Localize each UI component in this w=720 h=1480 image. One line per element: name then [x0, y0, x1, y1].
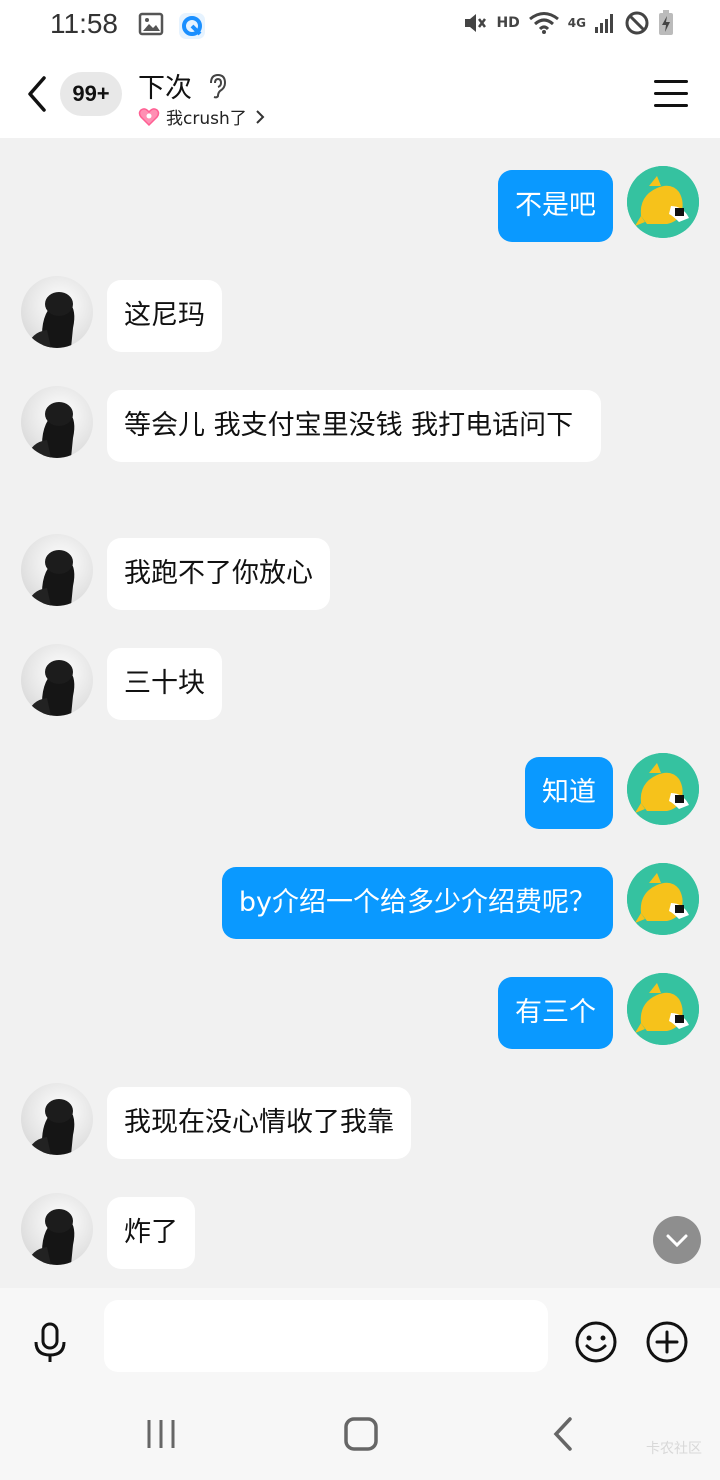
message-text: 我现在没心情收了我靠: [124, 1107, 394, 1138]
avatar-dolphin-icon: [627, 166, 699, 238]
avatar-person-photo: [27, 1099, 75, 1155]
mute-icon: [465, 14, 487, 32]
composer-bar: [0, 1288, 720, 1398]
plus-circle-icon[interactable]: [645, 1320, 689, 1364]
microphone-icon[interactable]: [30, 1322, 70, 1364]
avatar-person-photo: [27, 1209, 75, 1265]
message-text: 炸了: [124, 1217, 178, 1248]
scroll-to-bottom-button[interactable]: [653, 1216, 701, 1264]
chat-message-list[interactable]: 不是吧 这尼玛 等会儿 我支付宝里没钱 我打电话问下 我跑不了你放心 三十块 知…: [0, 138, 720, 1288]
chevron-right-icon: [256, 109, 265, 124]
wifi-icon: [528, 12, 559, 34]
contact-avatar[interactable]: [21, 276, 93, 348]
battery-charging-icon: [659, 10, 673, 35]
hd-indicator: HD: [496, 15, 520, 31]
avatar-person-photo: [27, 402, 75, 458]
message-text: by介绍一个给多少介绍费呢？: [238, 887, 596, 918]
watermark: 卡农社区: [646, 1441, 702, 1457]
gallery-icon: [138, 12, 164, 36]
avatar-dolphin-icon: [627, 863, 699, 935]
message-bubble[interactable]: 炸了: [107, 1197, 195, 1269]
browser-app-icon: [179, 13, 205, 39]
status-left-icons: [138, 12, 206, 40]
message-bubble[interactable]: 等会儿 我支付宝里没钱 我打电话问下: [107, 390, 601, 462]
message-bubble[interactable]: 有三个: [498, 977, 613, 1049]
network-4g-indicator: 4G: [567, 16, 586, 30]
message-bubble[interactable]: 不是吧: [498, 170, 613, 242]
heart-icon: [138, 107, 160, 126]
status-right-icons: HD 4G: [462, 10, 674, 36]
do-not-disturb-icon: [625, 11, 649, 35]
contact-title-group: 下次: [138, 66, 227, 105]
chevron-left-icon[interactable]: [22, 72, 52, 116]
contact-avatar[interactable]: [21, 534, 93, 606]
signal-icon: [595, 14, 613, 33]
recent-apps-icon[interactable]: [145, 1418, 177, 1450]
self-avatar[interactable]: [627, 753, 699, 825]
self-avatar[interactable]: [627, 973, 699, 1045]
contact-avatar[interactable]: [21, 386, 93, 458]
message-text: 等会儿 我支付宝里没钱 我打电话问下: [124, 410, 574, 441]
message-bubble[interactable]: 我现在没心情收了我靠: [107, 1087, 411, 1159]
ear-icon[interactable]: [207, 73, 227, 99]
message-text: 这尼玛: [124, 300, 205, 331]
message-bubble[interactable]: by介绍一个给多少介绍费呢？: [221, 867, 613, 939]
message-text: 三十块: [124, 668, 205, 699]
contact-name: 下次: [138, 73, 192, 104]
hamburger-menu-icon[interactable]: [654, 80, 688, 108]
chevron-down-icon: [666, 1234, 688, 1248]
avatar-dolphin-icon: [627, 973, 699, 1045]
message-text: 有三个: [515, 997, 596, 1028]
message-text: 我跑不了你放心: [124, 558, 313, 589]
system-back-icon[interactable]: [548, 1416, 578, 1452]
contact-avatar[interactable]: [21, 1193, 93, 1265]
home-icon[interactable]: [343, 1416, 379, 1452]
status-bar: 11:58 HD 4G: [0, 0, 720, 50]
avatar-person-photo: [27, 660, 75, 716]
contact-avatar[interactable]: [21, 1083, 93, 1155]
avatar-person-photo: [27, 550, 75, 606]
unread-count-badge[interactable]: 99+: [60, 72, 122, 116]
status-time: 11:58: [50, 8, 118, 39]
message-bubble[interactable]: 这尼玛: [107, 280, 222, 352]
avatar-dolphin-icon: [627, 753, 699, 825]
chat-header: 99+ 下次 我crush了: [0, 50, 720, 138]
message-bubble[interactable]: 我跑不了你放心: [107, 538, 330, 610]
message-bubble[interactable]: 知道: [525, 757, 613, 829]
self-avatar[interactable]: [627, 166, 699, 238]
self-avatar[interactable]: [627, 863, 699, 935]
message-text: 知道: [542, 777, 596, 808]
relation-tag-label: 我crush了: [166, 109, 247, 129]
system-navigation-bar: 卡农社区: [0, 1398, 720, 1480]
smiley-icon[interactable]: [574, 1320, 618, 1364]
message-text: 不是吧: [515, 190, 596, 221]
contact-avatar[interactable]: [21, 644, 93, 716]
message-input[interactable]: [104, 1300, 548, 1372]
avatar-person-photo: [27, 292, 75, 348]
relation-tag[interactable]: 我crush了: [138, 104, 267, 129]
message-bubble[interactable]: 三十块: [107, 648, 222, 720]
